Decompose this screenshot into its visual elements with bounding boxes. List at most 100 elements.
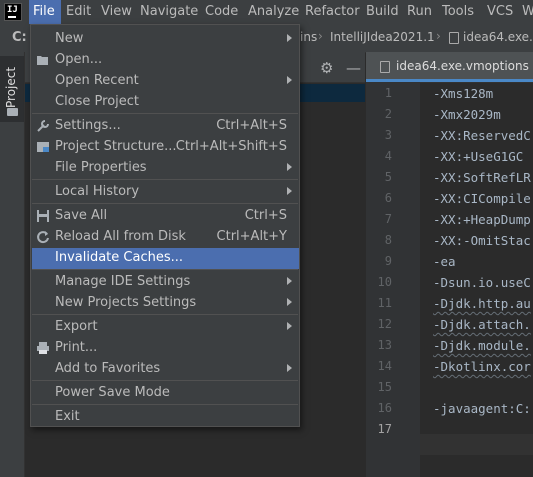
line-number: 2 — [384, 107, 392, 121]
project-structure-icon — [37, 142, 49, 152]
line-number: 14 — [377, 359, 392, 373]
code-line[interactable]: -Dsun.io.useC — [433, 275, 531, 290]
menu-tools[interactable]: Tools — [442, 0, 474, 24]
code-line[interactable]: -XX:-OmitStac — [433, 233, 531, 248]
breadcrumb-separator: › — [436, 29, 441, 43]
submenu-arrow-icon — [287, 298, 292, 306]
breadcrumb-file[interactable]: idea64.exe.v — [463, 30, 533, 44]
menu-item-add-to-favorites[interactable]: Add to Favorites — [32, 359, 299, 380]
wrench-icon — [37, 120, 49, 132]
menu-separator — [32, 113, 298, 114]
code-line[interactable]: -XX:+UseG1GC — [433, 149, 523, 164]
menu-item-exit[interactable]: Exit — [32, 407, 299, 428]
code-line[interactable]: -XX:CICompile — [433, 191, 531, 206]
line-number: 3 — [384, 128, 392, 142]
menu-view[interactable]: View — [101, 0, 132, 24]
submenu-arrow-icon — [287, 76, 292, 84]
file-icon — [380, 61, 390, 73]
submenu-arrow-icon — [287, 322, 292, 330]
code-line[interactable]: -Xmx2029m — [433, 107, 501, 122]
submenu-arrow-icon — [287, 163, 292, 171]
menu-separator — [32, 179, 298, 180]
main-menu-bar: IJ File Edit View Navigate Code Analyze … — [0, 0, 533, 24]
shortcut-label: Ctrl+Alt+Y — [216, 229, 287, 244]
code-line[interactable]: -XX:ReservedC — [433, 128, 531, 143]
line-number: 6 — [384, 191, 392, 205]
minimize-icon[interactable]: — — [346, 59, 361, 77]
code-line[interactable]: -XX:+HeapDump — [433, 212, 531, 227]
shortcut-label: Ctrl+S — [244, 208, 287, 223]
folder-open-icon — [37, 56, 48, 65]
menu-file[interactable]: File — [29, 0, 61, 24]
menu-separator — [32, 404, 298, 405]
menu-item-project-structure[interactable]: Project Structure... Ctrl+Alt+Shift+S — [32, 137, 299, 158]
code-line[interactable]: -Djdk.module. — [433, 338, 531, 353]
code-line[interactable]: -javaagent:C: — [433, 401, 531, 416]
file-menu-dropdown: New Open... Open Recent Close Project Se… — [30, 24, 300, 427]
line-number: 11 — [377, 296, 392, 310]
intellij-logo-icon[interactable]: IJ — [4, 3, 22, 21]
submenu-arrow-icon — [287, 34, 292, 42]
menu-item-power-save-mode[interactable]: Power Save Mode — [32, 383, 299, 404]
menu-separator — [32, 269, 298, 270]
menu-edit[interactable]: Edit — [66, 0, 91, 24]
menu-analyze[interactable]: Analyze — [248, 0, 299, 24]
code-line[interactable]: -Dkotlinx.cor — [433, 359, 531, 374]
menu-separator — [32, 380, 298, 381]
editor-tab-label: idea64.exe.vmoptions — [396, 59, 529, 73]
gear-icon[interactable]: ⚙ — [320, 59, 333, 77]
menu-window[interactable]: W — [522, 0, 533, 24]
folder-icon — [7, 108, 18, 116]
menu-item-new[interactable]: New — [32, 29, 299, 50]
breadcrumb-separator: › — [318, 29, 323, 43]
menu-item-export[interactable]: Export — [32, 317, 299, 338]
code-line[interactable]: -Xms128m — [433, 86, 493, 101]
menu-item-print[interactable]: Print... — [32, 338, 299, 359]
line-number: 7 — [384, 212, 392, 226]
menu-run[interactable]: Run — [407, 0, 432, 24]
line-number: 15 — [377, 380, 392, 394]
line-number: 17 — [377, 422, 392, 436]
save-icon — [37, 210, 49, 222]
line-number: 12 — [377, 317, 392, 331]
shortcut-label: Ctrl+Alt+Shift+S — [175, 139, 287, 154]
menu-item-save-all[interactable]: Save All Ctrl+S — [32, 206, 299, 227]
menu-separator — [32, 203, 298, 204]
code-line[interactable]: -ea — [433, 254, 456, 269]
line-number: 1 — [384, 86, 392, 100]
menu-item-manage-ide-settings[interactable]: Manage IDE Settings — [32, 272, 299, 293]
menu-item-settings[interactable]: Settings... Ctrl+Alt+S — [32, 116, 299, 137]
menu-vcs[interactable]: VCS — [487, 0, 513, 24]
breadcrumb-plugins[interactable]: ins — [300, 30, 317, 44]
line-number: 4 — [384, 149, 392, 163]
menu-item-open-recent[interactable]: Open Recent — [32, 71, 299, 92]
menu-build[interactable]: Build — [366, 0, 399, 24]
current-line-highlight — [420, 434, 533, 455]
menu-item-open[interactable]: Open... — [32, 50, 299, 71]
line-number: 16 — [377, 401, 392, 415]
menu-refactor[interactable]: Refactor — [305, 0, 360, 24]
print-icon — [37, 342, 49, 354]
menu-item-file-properties[interactable]: File Properties — [32, 158, 299, 179]
file-icon — [449, 32, 459, 44]
breadcrumb-drive[interactable]: C: — [12, 30, 27, 45]
menu-item-close-project[interactable]: Close Project — [32, 92, 299, 113]
line-number: 13 — [377, 338, 392, 352]
menu-navigate[interactable]: Navigate — [140, 0, 198, 24]
menu-item-invalidate-caches[interactable]: Invalidate Caches... — [32, 248, 299, 269]
code-line[interactable]: -Djdk.http.au — [433, 296, 531, 311]
code-line[interactable]: -XX:SoftRefLR — [433, 170, 531, 185]
menu-item-new-projects-settings[interactable]: New Projects Settings — [32, 293, 299, 314]
menu-item-local-history[interactable]: Local History — [32, 182, 299, 203]
line-number: 10 — [377, 275, 392, 289]
shortcut-label: Ctrl+Alt+S — [216, 118, 287, 133]
breadcrumb-intellij[interactable]: IntelliJIdea2021.1 — [330, 30, 435, 44]
code-line[interactable]: -Djdk.attach. — [433, 317, 531, 332]
submenu-arrow-icon — [287, 277, 292, 285]
menu-separator — [32, 314, 298, 315]
submenu-arrow-icon — [287, 187, 292, 195]
line-number: 9 — [384, 254, 392, 268]
line-number: 8 — [384, 233, 392, 247]
menu-code[interactable]: Code — [205, 0, 238, 24]
menu-item-reload-all[interactable]: Reload All from Disk Ctrl+Alt+Y — [32, 227, 299, 248]
